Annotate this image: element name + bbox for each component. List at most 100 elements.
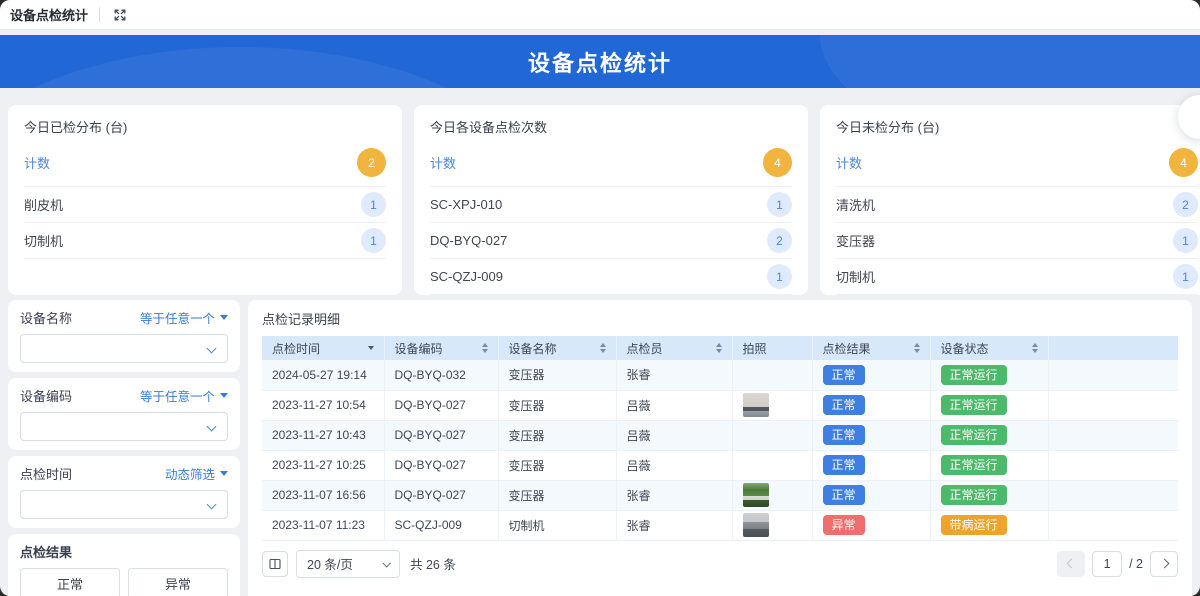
- cell-name: 变压器: [498, 360, 617, 391]
- filter-select[interactable]: [20, 334, 228, 363]
- metric-count-label[interactable]: 计数: [430, 153, 456, 172]
- filter-option-button[interactable]: 异常: [128, 568, 228, 596]
- cell-code: DQ-BYQ-032: [384, 360, 499, 391]
- page-size-value: 20 条/页: [307, 558, 353, 572]
- filter-result-buttons: 正常 异常: [20, 568, 228, 596]
- table-row: 2023-11-07 16:56 DQ-BYQ-027 变压器 张睿 正常 正常运行: [262, 480, 1178, 511]
- item-count-badge: 2: [1173, 192, 1198, 217]
- table-row: 2023-11-27 10:54 DQ-BYQ-027 变压器 吕薇 正常 正常运行: [262, 390, 1178, 421]
- next-page-button[interactable]: [1150, 550, 1178, 577]
- sort-icon: [913, 343, 920, 353]
- cell-code: DQ-BYQ-027: [384, 420, 499, 451]
- cell-time: 2023-11-07 11:23: [262, 510, 385, 541]
- card-metric-row: 计数 4: [836, 140, 1198, 187]
- cell-empty: [1048, 450, 1178, 481]
- cell-empty: [1048, 360, 1178, 391]
- sort-icon: [1031, 343, 1038, 353]
- item-count-badge: 1: [1173, 228, 1198, 253]
- status-badge: 正常运行: [940, 395, 1007, 415]
- item-label: 切制机: [24, 234, 64, 249]
- cell-time: 2023-11-27 10:25: [262, 450, 385, 481]
- cell-name: 变压器: [498, 420, 617, 451]
- prev-page-button[interactable]: [1057, 550, 1086, 577]
- fullscreen-icon[interactable]: [111, 6, 129, 24]
- card-item-row: SC-QZJ-009 1: [430, 259, 792, 295]
- filter-select[interactable]: [20, 412, 228, 441]
- filter-sidebar: 设备名称 等于任意一个 设备编码 等于任意一个 点检时间 动态筛选 点检结果 正常 异常: [8, 300, 240, 596]
- cell-result: 正常: [812, 420, 931, 451]
- sort-icon: [481, 343, 488, 353]
- column-header[interactable]: 设备名称: [498, 336, 617, 360]
- card-item-row: SC-XPJ-010 1: [430, 187, 792, 223]
- cell-photo: [732, 450, 813, 481]
- column-header[interactable]: 设备编码: [384, 336, 499, 360]
- item-label: DQ-BYQ-027: [430, 233, 508, 248]
- cell-code: DQ-BYQ-027: [384, 450, 499, 481]
- item-count-badge: 1: [361, 192, 386, 217]
- cell-result: 正常: [812, 390, 931, 421]
- cell-time: 2023-11-07 16:56: [262, 480, 385, 511]
- column-header[interactable]: 点检时间: [262, 336, 385, 360]
- page-total-label: / 2: [1129, 556, 1143, 571]
- metric-count-label[interactable]: 计数: [836, 153, 862, 172]
- column-header[interactable]: 设备状态: [930, 336, 1049, 360]
- pager: 1 / 2: [1057, 550, 1178, 577]
- column-settings-button[interactable]: [262, 550, 288, 577]
- card-item-row: DQ-BYQ-027 2: [430, 223, 792, 259]
- filter-operator-link[interactable]: 等于任意一个: [140, 386, 228, 405]
- item-label: SC-QZJ-009: [430, 269, 503, 284]
- filter-card: 设备编码 等于任意一个: [8, 378, 240, 450]
- status-badge: 带病运行: [940, 515, 1007, 535]
- summary-cards-row: 今日已检分布 (台) 计数 2 削皮机 1 切制机 1 今日各设备点检次数 计数 4 SC-XPJ-…: [8, 95, 1200, 295]
- filter-option-button[interactable]: 正常: [20, 568, 120, 596]
- page-size-select[interactable]: 20 条/页: [296, 549, 400, 578]
- cell-name: 变压器: [498, 450, 617, 481]
- photo-thumbnail[interactable]: [742, 513, 769, 537]
- column-header[interactable]: 点检结果: [812, 336, 931, 360]
- card-item-row: 削皮机 1: [24, 187, 386, 223]
- chevron-down-icon: [206, 421, 217, 432]
- cell-code: SC-QZJ-009: [384, 510, 499, 541]
- card-title: 今日未检分布 (台): [836, 120, 940, 135]
- page-title: 设备点检统计: [527, 50, 672, 76]
- table-body: 2024-05-27 19:14 DQ-BYQ-032 变压器 张睿 正常 正常运行 202…: [262, 360, 1178, 541]
- chevron-down-icon: [382, 558, 391, 568]
- filter-select[interactable]: [20, 490, 228, 519]
- metric-count-label[interactable]: 计数: [24, 153, 50, 172]
- cell-empty: [1048, 510, 1178, 541]
- inspection-records-table: 点检时间 设备编码 设备名称 点检员 拍照 点检结果 设备状态 2024-05-27 19:…: [262, 336, 1178, 541]
- cell-status: 正常运行: [930, 420, 1049, 451]
- column-label: 设备编码: [394, 341, 443, 356]
- cell-photo: [732, 360, 813, 391]
- item-label: 变压器: [836, 234, 876, 249]
- tab-equipment-inspection-stats[interactable]: 设备点检统计: [10, 5, 88, 24]
- photo-thumbnail[interactable]: [742, 393, 769, 417]
- chevron-left-icon: [1066, 558, 1077, 569]
- chevron-right-icon: [1159, 558, 1169, 569]
- cell-status: 正常运行: [930, 390, 1049, 421]
- photo-thumbnail[interactable]: [742, 483, 769, 507]
- column-header: [1048, 336, 1178, 360]
- column-header[interactable]: 点检员: [616, 336, 733, 360]
- card-title: 今日已检分布 (台): [24, 120, 128, 135]
- cell-time: 2023-11-27 10:54: [262, 390, 385, 421]
- cell-inspector: 张睿: [616, 510, 733, 541]
- table-row: 2023-11-27 10:43 DQ-BYQ-027 变压器 吕薇 正常 正常运行: [262, 420, 1178, 451]
- cell-inspector: 吕薇: [616, 420, 733, 451]
- table-row: 2023-11-07 11:23 SC-QZJ-009 切制机 张睿 异常 带病运行: [262, 510, 1178, 541]
- card-item-row: 切制机 1: [836, 259, 1198, 295]
- card-title: 今日各设备点检次数: [430, 120, 548, 135]
- current-page-box[interactable]: 1: [1092, 550, 1123, 577]
- filter-label: 设备编码: [20, 389, 73, 404]
- item-count-badge: 1: [767, 264, 792, 289]
- column-label: 设备状态: [940, 341, 989, 356]
- card-item-row: 切制机 1: [24, 223, 386, 259]
- filter-head: 设备编码 等于任意一个: [20, 386, 228, 405]
- filter-label: 点检结果: [20, 545, 73, 560]
- filter-operator-link[interactable]: 等于任意一个: [140, 308, 228, 327]
- cell-code: DQ-BYQ-027: [384, 480, 499, 511]
- cell-name: 变压器: [498, 480, 617, 511]
- status-badge: 正常运行: [940, 364, 1007, 385]
- filter-card: 点检时间 动态筛选: [8, 456, 240, 528]
- filter-operator-link[interactable]: 动态筛选: [165, 464, 228, 483]
